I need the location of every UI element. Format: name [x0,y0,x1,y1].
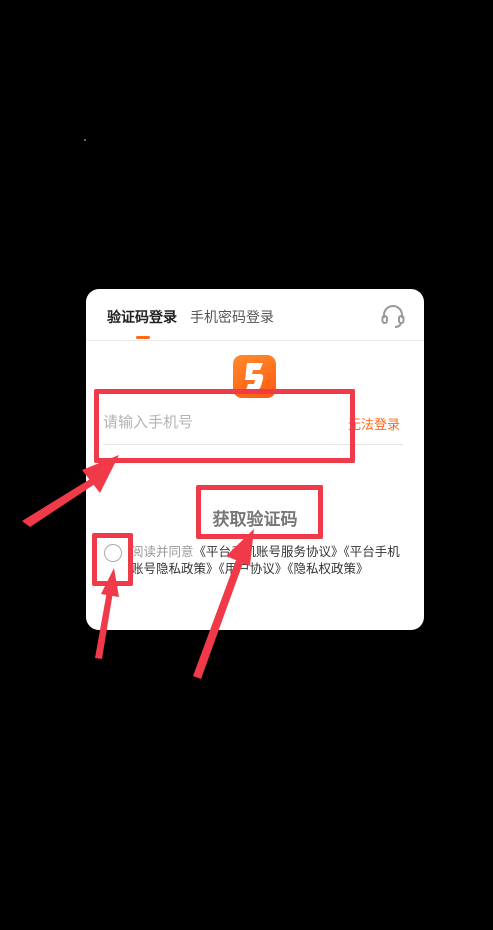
arrow-to-checkbox [95,568,119,659]
annotation-arrows [22,455,254,679]
arrow-to-get-code-button [193,529,254,679]
arrow-to-phone-input [22,455,119,527]
screen: 验证码登录 手机密码登录 无法登录 获取验证码 阅读并同意《平台手机账号服务协议… [0,0,493,930]
